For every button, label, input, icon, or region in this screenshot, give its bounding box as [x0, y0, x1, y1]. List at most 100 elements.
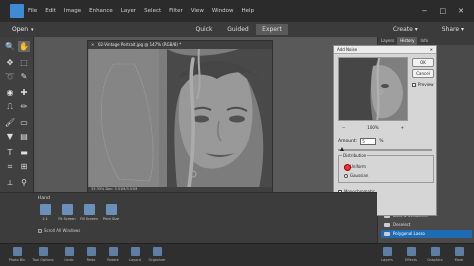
slider-handle[interactable] [340, 147, 345, 151]
filter-preview[interactable] [338, 57, 408, 121]
move-tool-icon[interactable]: ✥ [4, 57, 16, 68]
gaussian-radio[interactable]: Gaussian [344, 173, 368, 178]
eraser-tool-icon[interactable]: ▭ [18, 117, 30, 128]
menu-layer[interactable]: Layer [121, 8, 136, 14]
organizer-button[interactable]: Organizer [146, 247, 168, 262]
brush-tool-icon[interactable]: 🖌 [4, 117, 16, 128]
menu-help[interactable]: Help [242, 8, 255, 14]
print-size-button[interactable]: Print Size [102, 204, 120, 221]
recompose-tool-icon[interactable]: ⊞ [18, 161, 30, 172]
menu-filter[interactable]: Filter [169, 8, 183, 14]
rotate-icon [108, 247, 118, 256]
layers-label: Layers [381, 258, 393, 262]
undo-button[interactable]: Undo [58, 247, 80, 262]
minimize-icon[interactable]: − [422, 7, 428, 15]
redo-button[interactable]: Redo [80, 247, 102, 262]
eyedropper-icon[interactable]: ⚲ [18, 177, 30, 188]
graphics-panel-button[interactable]: Graphics [424, 247, 446, 262]
undo-icon [64, 247, 74, 256]
amount-slider[interactable] [338, 147, 432, 151]
print-size-icon [105, 204, 117, 215]
tab-layers[interactable]: Layers [378, 37, 397, 45]
undo-label: Undo [64, 258, 74, 262]
tool-options-button[interactable]: Tool Options [32, 247, 54, 262]
history-item[interactable]: Deselect [381, 221, 472, 229]
menu-window[interactable]: Window [212, 8, 234, 14]
menu-select[interactable]: Select [144, 8, 161, 14]
photo-bin-icon [12, 247, 22, 256]
photo-bin-button[interactable]: Photo Bin [6, 247, 28, 262]
menu-edit[interactable]: Edit [45, 8, 56, 14]
zoom-1-1-button[interactable]: 1:1 [36, 204, 54, 221]
mode-quick[interactable]: Quick [188, 24, 220, 35]
cancel-button[interactable]: Cancel [412, 69, 434, 78]
fill-screen-icon [83, 204, 95, 215]
menu-file[interactable]: File [28, 8, 37, 14]
amount-unit: % [379, 139, 384, 144]
paint-bucket-icon[interactable]: ▼ [4, 131, 16, 142]
preview-checkbox[interactable]: ✓ Preview [412, 82, 434, 87]
menu-image[interactable]: Image [64, 8, 81, 14]
mode-switcher: Quick Guided Expert [188, 24, 290, 35]
document-window: ✕ 02-Vintage Portrait.jpg @ 147% (RGB/8)… [87, 40, 273, 193]
portrait-photo[interactable] [89, 49, 272, 188]
share-button[interactable]: Share ▾ [442, 24, 464, 35]
more-label: More [454, 258, 464, 262]
marquee-tool-icon[interactable]: ⬚ [18, 57, 30, 68]
close-icon[interactable]: ✕ [430, 46, 433, 54]
rotate-button[interactable]: Rotate [102, 247, 124, 262]
maximize-icon[interactable]: □ [440, 7, 447, 15]
zoom-out-button[interactable]: − [342, 125, 345, 130]
shape-tool-icon[interactable]: ▬ [18, 147, 30, 158]
quick-selection-icon[interactable]: ✎ [18, 71, 30, 82]
history-step-icon [384, 232, 390, 236]
pencil-tool-icon[interactable]: ✏ [18, 101, 30, 112]
create-button[interactable]: Create ▾ [393, 24, 418, 35]
close-document-icon[interactable]: ✕ [91, 41, 94, 49]
scroll-all-label: Scroll All Windows [44, 228, 81, 233]
layout-icon [130, 247, 140, 256]
menu-view[interactable]: View [191, 8, 204, 14]
menu-enhance[interactable]: Enhance [89, 8, 113, 14]
fill-screen-button[interactable]: Fill Screen [80, 204, 98, 221]
document-tab[interactable]: ✕ 02-Vintage Portrait.jpg @ 147% (RGB/8)… [88, 41, 272, 49]
tool-options-bar: Hand 1:1 Fit Screen Fill Screen Print Si… [0, 192, 377, 243]
text-tool-icon[interactable]: T [4, 147, 16, 158]
more-icon [454, 247, 464, 256]
spot-healing-icon[interactable]: ✚ [18, 87, 30, 98]
tab-history[interactable]: History [397, 37, 418, 45]
organizer-icon [152, 247, 162, 256]
straighten-tool-icon[interactable]: ⟂ [4, 177, 16, 188]
lasso-tool-icon[interactable]: ➰ [4, 71, 16, 82]
tool-name: Hand [38, 196, 50, 201]
clone-stamp-icon[interactable]: ⎍ [4, 101, 16, 112]
close-window-icon[interactable]: ✕ [458, 7, 464, 15]
print-size-label: Print Size [102, 217, 120, 221]
effects-icon [406, 247, 416, 256]
dialog-title-bar[interactable]: Add Noise ✕ [334, 46, 436, 54]
tab-info[interactable]: Info [417, 37, 431, 45]
crop-tool-icon[interactable]: ⌗ [4, 161, 16, 172]
hand-tool-icon[interactable]: ✋ [18, 41, 30, 52]
zoom-tool-icon[interactable]: 🔍 [4, 41, 16, 52]
checkmark-icon: ✓ [412, 82, 417, 88]
history-item-selected[interactable]: Polygonal Lasso [381, 230, 472, 238]
gradient-tool-icon[interactable]: ▤ [18, 131, 30, 142]
eye-tool-icon[interactable]: ◉ [4, 87, 16, 98]
amount-control: Amount: 5 % [338, 138, 383, 145]
fit-screen-button[interactable]: Fit Screen [58, 204, 76, 221]
history-item-label: Deselect [393, 222, 411, 227]
mode-guided[interactable]: Guided [222, 24, 254, 35]
open-button[interactable]: Open ▾ [12, 26, 34, 33]
chevron-down-icon: ▾ [31, 27, 34, 33]
ok-button[interactable]: OK [412, 58, 434, 67]
layers-panel-button[interactable]: Layers [376, 247, 398, 262]
effects-panel-button[interactable]: Effects [400, 247, 422, 262]
scroll-all-checkbox[interactable]: Scroll All Windows [38, 228, 80, 233]
layout-button[interactable]: Layout [124, 247, 146, 262]
graphics-icon [430, 247, 440, 256]
more-panel-button[interactable]: More [448, 247, 470, 262]
mode-expert[interactable]: Expert [256, 24, 288, 35]
amount-input[interactable]: 5 [360, 138, 377, 145]
zoom-in-button[interactable]: + [401, 125, 404, 130]
